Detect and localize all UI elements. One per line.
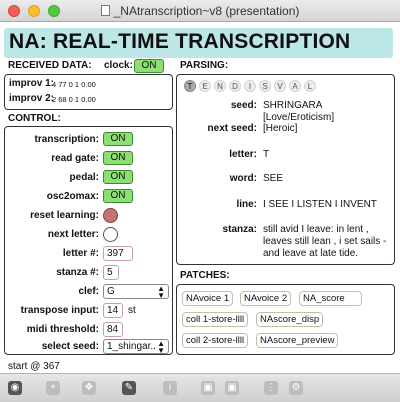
improv-1-label: improv 1: [9,78,55,89]
bottom-toolbar: ◉ + ✥ ✎ i ▣ ▣ ⋮ ⚙ [0,373,400,402]
received-data-panel: improv 1: 4 77 0 1 0.00 improv 2: 2 68 0… [4,74,173,110]
patches-heading: PATCHES: [180,270,230,281]
control-heading: CONTROL: [8,113,61,124]
parsing-letter-chip: A [289,80,301,92]
reset-learning-label: reset learning: [30,210,99,221]
layer-back-icon[interactable]: ▣ [201,381,215,395]
word-value: SEE [263,173,284,184]
layer-front-icon[interactable]: ▣ [225,381,239,395]
clef-select-value: G [107,286,115,297]
select-seed-label: select seed: [41,341,99,352]
snap-icon[interactable]: ⚙ [289,381,303,395]
lock-icon[interactable]: ◉ [8,381,22,395]
patch-nascore-preview[interactable]: NAscore_preview [256,333,339,348]
midi-threshold-field[interactable]: 84 [103,322,123,337]
pedal-label: pedal: [69,172,99,183]
new-object-icon[interactable]: + [46,381,60,395]
seed-select[interactable]: 1_shingar.. ▲ ▼ [103,339,169,355]
seed-value: SHRINGARA [Love/Eroticism] [263,100,335,123]
patch-coll-1-store[interactable]: coll 1-store-llll [182,312,249,327]
patch-navoice-1[interactable]: NAvoice 1 [182,291,234,306]
clef-select[interactable]: G ▲ ▼ [103,284,169,300]
patcher-canvas: NA: REAL-TIME TRANSCRIPTION RECEIVED DAT… [0,22,400,373]
stanza-number-field[interactable]: 5 [103,265,119,280]
patch-coll-2-store[interactable]: coll 2-store-llll [182,333,249,348]
midi-threshold-label: midi threshold: [26,324,99,335]
presentation-mode-icon[interactable]: ✎ [122,381,136,395]
reset-learning-button[interactable] [103,208,118,223]
status-text: start @ 367 [8,361,60,372]
letter-number-label: letter #: [62,248,99,259]
grid-icon[interactable]: ⋮ [264,381,278,395]
patch-nascore-disp[interactable]: NAscore_disp [256,312,324,327]
transcription-toggle[interactable]: ON [103,132,133,146]
clef-label: clef: [78,286,99,297]
next-seed-value: [Heroic] [263,123,298,134]
next-letter-button[interactable] [103,227,118,242]
parsing-letter-chip: L [304,80,316,92]
read-gate-toggle[interactable]: ON [103,151,133,165]
parsing-letter-chip: S [259,80,271,92]
parsing-letter-chip: V [274,80,286,92]
select-arrows-icon: ▲ ▼ [157,284,165,300]
parsing-heading: PARSING: [180,60,229,71]
patch-navoice-2[interactable]: NAvoice 2 [240,291,292,306]
line-label: line: [236,199,257,210]
osc2omax-toggle[interactable]: ON [103,189,133,203]
window-title-text: _NAtranscription~v8 (presentation) [113,4,300,18]
read-gate-label: read gate: [51,153,99,164]
stanza-label: stanza: [222,224,257,235]
parsing-letter-chip: N [214,80,226,92]
clock-label: clock: [104,60,133,71]
transpose-input-field[interactable]: 14 [103,303,123,318]
next-letter-label: next letter: [47,229,99,240]
parsing-panel: TENDISVAL seed: SHRINGARA [Love/Eroticis… [176,74,395,265]
patch-na-score[interactable]: NA_score [299,291,362,306]
transpose-input-label: transpose input: [20,305,99,316]
received-data-heading: RECEIVED DATA: [8,60,92,71]
parsing-letter-chip: I [244,80,256,92]
next-seed-label: next seed: [207,123,257,134]
control-panel: transcription: ON read gate: ON pedal: O… [4,126,173,355]
word-label: word: [229,173,257,184]
transcription-label: transcription: [34,134,99,145]
parsing-letter-chip: E [199,80,211,92]
window-titlebar: _NAtranscription~v8 (presentation) [0,0,400,22]
document-icon [100,5,110,16]
seed-select-value: 1_shingar.. [107,341,156,352]
parsing-letter-chip: D [229,80,241,92]
app-banner: NA: REAL-TIME TRANSCRIPTION [4,28,393,58]
inspector-icon[interactable]: i [163,381,177,395]
parsing-letter-chip: T [184,80,196,92]
seed-label: seed: [230,100,257,111]
patches-panel: NAvoice 1 NAvoice 2 NA_score coll 1-stor… [176,284,395,355]
clock-toggle[interactable]: ON [134,59,164,73]
improv-1-value: 4 77 0 1 0.00 [52,80,96,89]
stanza-number-label: stanza #: [56,267,99,278]
pedal-toggle[interactable]: ON [103,170,133,184]
line-value: I SEE I LISTEN I INVENT [263,199,377,210]
window-title: _NAtranscription~v8 (presentation) [0,4,400,18]
letter-label: letter: [229,149,257,160]
transpose-unit: st [128,305,136,316]
improv-2-value: 2 68 0 1 0.00 [52,95,96,104]
select-arrows-icon: ▲ ▼ [157,339,165,355]
move-icon[interactable]: ✥ [82,381,96,395]
letter-number-field[interactable]: 397 [103,246,133,261]
osc2omax-label: osc2omax: [46,191,99,202]
letter-value: T [263,149,270,160]
improv-2-label: improv 2: [9,93,55,104]
stanza-value: still avid I leave: in lent , leaves sti… [263,224,387,259]
